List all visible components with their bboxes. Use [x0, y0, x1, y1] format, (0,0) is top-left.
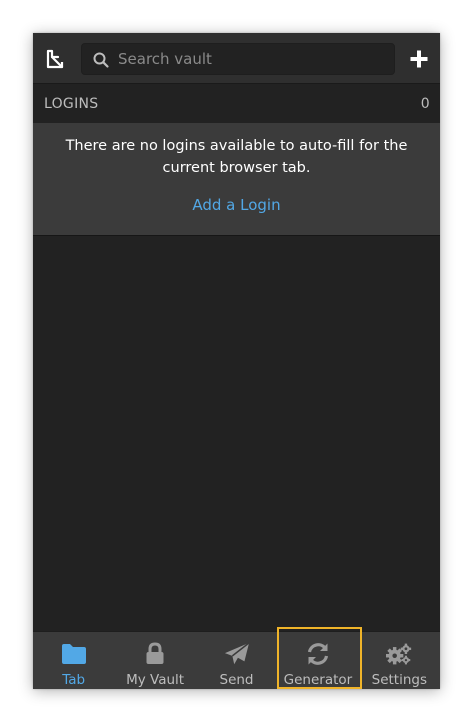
- logins-count: 0: [420, 96, 430, 112]
- search-input[interactable]: [114, 44, 390, 74]
- add-item-button[interactable]: [405, 45, 433, 73]
- pop-out-button[interactable]: [41, 45, 69, 73]
- tab-settings[interactable]: Settings: [359, 632, 440, 689]
- tab-label: Tab: [62, 672, 86, 688]
- tab-label: My Vault: [126, 672, 185, 688]
- logins-section-label: LOGINS: [44, 96, 99, 112]
- plus-icon: [410, 50, 428, 68]
- tab-label: Settings: [371, 672, 428, 688]
- search-box: [81, 43, 395, 75]
- header-bar: [33, 33, 440, 84]
- no-logins-message: There are no logins available to auto-fi…: [65, 138, 408, 176]
- search-icon: [93, 52, 109, 68]
- tab-my-vault[interactable]: My Vault: [114, 632, 195, 689]
- bitwarden-popup: LOGINS 0 There are no logins available t…: [33, 33, 440, 689]
- logins-section-header: LOGINS 0: [33, 85, 440, 123]
- tab-label: Generator: [283, 672, 353, 688]
- tab-generator[interactable]: Generator: [277, 632, 358, 689]
- no-logins-panel: There are no logins available to auto-fi…: [33, 123, 440, 236]
- send-icon: [224, 642, 250, 665]
- add-login-link[interactable]: Add a Login: [33, 196, 440, 214]
- tab-label: Send: [219, 672, 254, 688]
- pop-out-icon: [46, 49, 64, 69]
- refresh-icon: [307, 643, 328, 665]
- lock-icon: [146, 642, 164, 664]
- cogs-icon: [386, 643, 412, 665]
- tab-send[interactable]: Send: [196, 632, 277, 689]
- bottom-tab-bar: Tab My Vault Send Generator Settings: [33, 631, 440, 689]
- folder-icon: [61, 644, 86, 664]
- tab-current-tab[interactable]: Tab: [33, 632, 114, 689]
